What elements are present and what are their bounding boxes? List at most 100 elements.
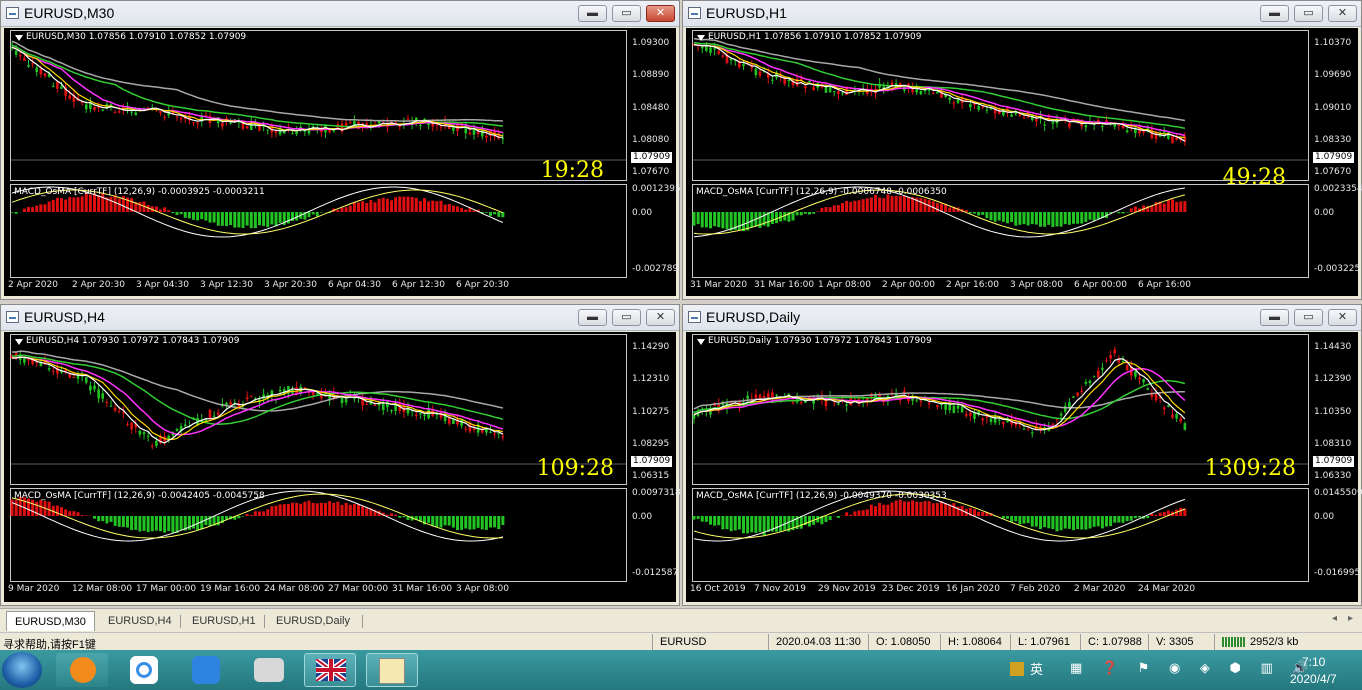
price-axis-label: 1.06315 bbox=[632, 471, 670, 481]
time-axis-label: 9 Mar 2020 bbox=[8, 584, 60, 594]
chart-window-h1[interactable]: EURUSD,H1 ▬ ▭ ✕ EURUSD,H1 1.07856 1.07910 1.… bbox=[682, 0, 1362, 300]
chart-window-icon bbox=[6, 7, 19, 19]
window-titlebar[interactable]: EURUSD,M30 ▬ ▭ ✕ bbox=[1, 1, 679, 27]
close-button[interactable]: ✕ bbox=[1328, 5, 1357, 22]
macd-axis-label: 0.0145509 bbox=[1314, 488, 1362, 498]
time-axis-label: 24 Mar 2020 bbox=[1138, 584, 1196, 594]
price-axis-label: 1.08295 bbox=[632, 438, 670, 449]
taskbar-app-4[interactable] bbox=[242, 653, 294, 687]
chart-window-h4[interactable]: EURUSD,H4 ▬ ▭ ✕ EURUSD,H4 1.07930 1.07972 1.… bbox=[0, 304, 681, 606]
chart-canvas[interactable]: EURUSD,H1 1.07856 1.07910 1.07852 1.0790… bbox=[686, 28, 1362, 296]
tab-scroll-left-icon[interactable]: ◂ bbox=[1332, 613, 1337, 624]
time-axis-label: 6 Apr 16:00 bbox=[1138, 280, 1191, 290]
time-axis-label: 3 Apr 08:00 bbox=[456, 584, 509, 594]
tab-eurusd-daily[interactable]: EURUSD,Daily bbox=[268, 611, 358, 631]
price-header: EURUSD,Daily 1.07930 1.07972 1.07843 1.0… bbox=[708, 336, 932, 346]
taskbar-app-2[interactable] bbox=[118, 653, 170, 687]
ime-language-indicator[interactable]: 英 bbox=[1030, 659, 1043, 678]
connection-bars-icon bbox=[1222, 637, 1246, 647]
app-icon bbox=[136, 662, 152, 678]
chart-canvas[interactable]: EURUSD,M30 1.07856 1.07910 1.07852 1.079… bbox=[4, 28, 681, 296]
status-separator bbox=[1010, 634, 1011, 650]
status-open: O: 1.08050 bbox=[876, 636, 931, 648]
macd-header: MACD_OsMA [CurrTF] (12,26,9) -0.0003925 … bbox=[14, 187, 265, 197]
price-axis-label: 1.12310 bbox=[632, 374, 670, 385]
maximize-button[interactable]: ▭ bbox=[1294, 309, 1323, 326]
current-price-label: 1.07909 bbox=[1313, 456, 1355, 467]
taskbar-app-5[interactable] bbox=[304, 653, 356, 687]
minimize-button[interactable]: ▬ bbox=[578, 309, 607, 326]
close-button[interactable]: ✕ bbox=[1328, 309, 1357, 326]
window-title: EURUSD,M30 bbox=[24, 5, 115, 21]
taskbar-app-3[interactable] bbox=[180, 653, 232, 687]
price-axis-label: 1.09690 bbox=[1314, 70, 1352, 81]
status-close: C: 1.07988 bbox=[1088, 636, 1142, 648]
window-titlebar[interactable]: EURUSD,Daily ▬ ▭ ✕ bbox=[683, 305, 1361, 331]
chart-window-icon bbox=[688, 311, 701, 323]
time-axis-label: 17 Mar 00:00 bbox=[136, 584, 197, 594]
window-title: EURUSD,H4 bbox=[24, 309, 105, 325]
time-axis-label: 3 Apr 20:30 bbox=[264, 280, 317, 290]
chart-canvas[interactable]: EURUSD,Daily 1.07930 1.07972 1.07843 1.0… bbox=[686, 332, 1362, 602]
status-separator bbox=[652, 634, 653, 650]
tab-separator bbox=[180, 615, 181, 628]
status-datetime: 2020.04.03 11:30 bbox=[776, 636, 861, 648]
macd-header: MACD_OsMA [CurrTF] (12,26,9) -0.0042405 … bbox=[14, 491, 265, 501]
taskbar-app-mt4[interactable] bbox=[366, 653, 418, 687]
taskbar-app-1[interactable] bbox=[56, 653, 108, 687]
chart-dropdown-icon[interactable] bbox=[697, 35, 705, 41]
tab-eurusd-m30[interactable]: EURUSD,M30 bbox=[6, 611, 95, 631]
macd-axis-label: 0.00 bbox=[632, 512, 653, 522]
maximize-button[interactable]: ▭ bbox=[612, 309, 641, 326]
chart-window-icon bbox=[6, 311, 19, 323]
bar-countdown-timer: 109:28 bbox=[536, 456, 614, 481]
clock-time[interactable]: 7:10 bbox=[1302, 655, 1325, 669]
clock-date[interactable]: 2020/4/7 bbox=[1290, 672, 1337, 686]
close-button[interactable]: ✕ bbox=[646, 309, 675, 326]
maximize-button[interactable]: ▭ bbox=[1294, 5, 1323, 22]
chart-dropdown-icon[interactable] bbox=[15, 339, 23, 345]
status-symbol: EURUSD bbox=[660, 636, 707, 648]
bar-countdown-timer: 49:28 bbox=[1222, 165, 1286, 190]
status-volume: V: 3305 bbox=[1156, 636, 1194, 648]
macd-axis-label: 0.0012395 bbox=[632, 184, 681, 194]
start-button[interactable] bbox=[2, 652, 42, 688]
tab-eurusd-h4[interactable]: EURUSD,H4 bbox=[100, 611, 180, 631]
app-icon bbox=[254, 658, 284, 682]
time-axis-label: 19 Mar 16:00 bbox=[200, 584, 261, 594]
maximize-button[interactable]: ▭ bbox=[612, 5, 641, 22]
chart-tabs-bar: EURUSD,M30 EURUSD,H4 EURUSD,H1 EURUSD,Da… bbox=[0, 608, 1362, 633]
time-axis-label: 16 Oct 2019 bbox=[690, 584, 746, 594]
chart-dropdown-icon[interactable] bbox=[697, 339, 705, 345]
minimize-button[interactable]: ▬ bbox=[578, 5, 607, 22]
bar-countdown-timer: 1309:28 bbox=[1204, 456, 1296, 481]
tab-scroll-right-icon[interactable]: ▸ bbox=[1348, 613, 1353, 624]
macd-axis-label: 0.00 bbox=[632, 208, 653, 218]
time-axis-label: 6 Apr 12:30 bbox=[392, 280, 445, 290]
window-titlebar[interactable]: EURUSD,H1 ▬ ▭ ✕ bbox=[683, 1, 1361, 27]
time-axis-label: 27 Mar 00:00 bbox=[328, 584, 389, 594]
tray-flag-icon[interactable] bbox=[1010, 662, 1024, 676]
time-axis-label: 31 Mar 16:00 bbox=[392, 584, 453, 594]
window-titlebar[interactable]: EURUSD,H4 ▬ ▭ ✕ bbox=[1, 305, 679, 331]
time-axis-label: 29 Nov 2019 bbox=[818, 584, 876, 594]
minimize-button[interactable]: ▬ bbox=[1260, 309, 1289, 326]
time-axis-label: 1 Apr 08:00 bbox=[818, 280, 871, 290]
minimize-button[interactable]: ▬ bbox=[1260, 5, 1289, 22]
chart-dropdown-icon[interactable] bbox=[15, 35, 23, 41]
price-header: EURUSD,H1 1.07856 1.07910 1.07852 1.0790… bbox=[708, 32, 922, 42]
time-axis-label: 2 Apr 2020 bbox=[8, 280, 58, 290]
chart-window-daily[interactable]: EURUSD,Daily ▬ ▭ ✕ EURUSD,Daily 1.07930 1.07… bbox=[682, 304, 1362, 606]
macd-axis-label: -0.002789 bbox=[632, 264, 679, 274]
status-separator bbox=[768, 634, 769, 650]
time-axis-label: 6 Apr 20:30 bbox=[456, 280, 509, 290]
close-button[interactable]: ✕ bbox=[646, 5, 675, 22]
chart-window-m30[interactable]: EURUSD,M30 ▬ ▭ ✕ EURUSD,M30 1.07856 1.07910 … bbox=[0, 0, 681, 300]
status-traffic: 2952/3 kb bbox=[1250, 636, 1299, 648]
tab-eurusd-h1[interactable]: EURUSD,H1 bbox=[184, 611, 264, 631]
macd-axis-label: -0.012587 bbox=[632, 568, 679, 578]
app-icon bbox=[70, 657, 96, 683]
chart-canvas[interactable]: EURUSD,H4 1.07930 1.07972 1.07843 1.0790… bbox=[4, 332, 681, 602]
tab-separator bbox=[362, 615, 363, 628]
union-flag-icon bbox=[316, 659, 346, 681]
